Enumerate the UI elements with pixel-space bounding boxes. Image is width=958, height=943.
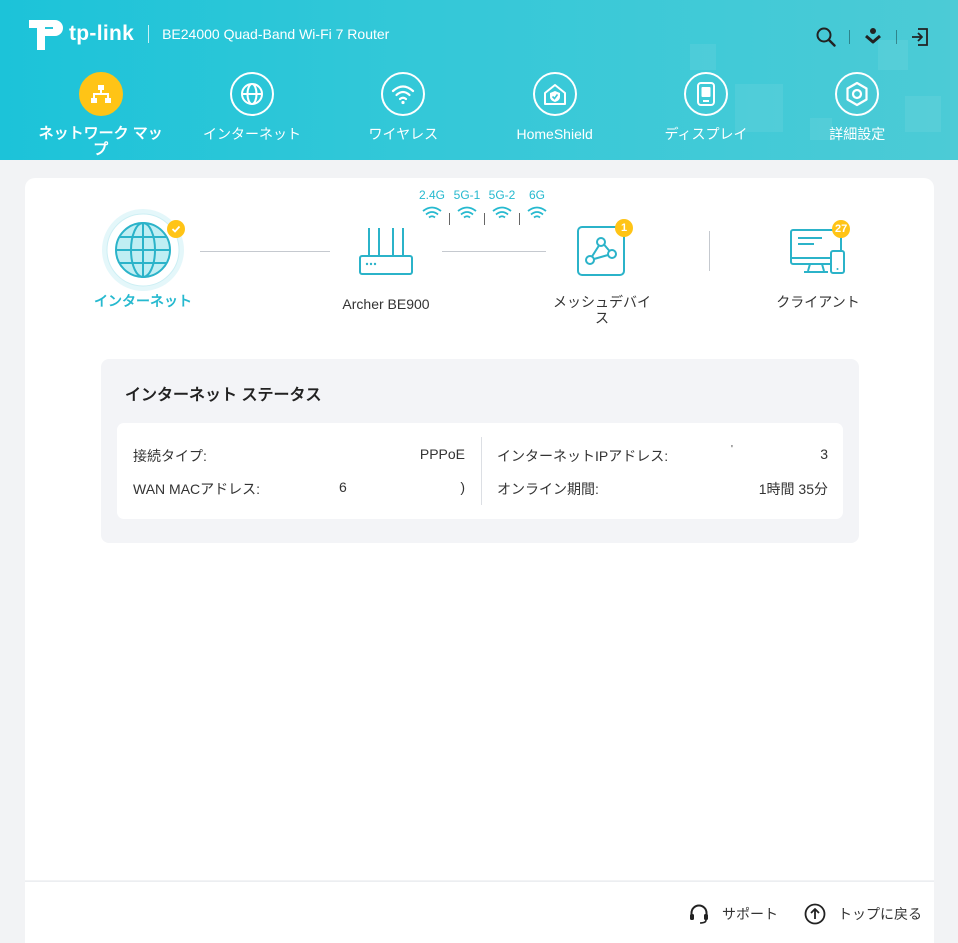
- nav-label: 詳細設定: [829, 126, 886, 142]
- check-badge-icon: [167, 220, 185, 238]
- status-details: 接続タイプ: PPPoE WAN MACアドレス: 6 ) インターネットIPア…: [117, 423, 843, 519]
- topology-router[interactable]: Archer BE900: [325, 226, 447, 312]
- download-icon[interactable]: [861, 25, 885, 49]
- network-map-icon: [78, 72, 123, 116]
- ip-address-label: インターネットIPアドレス:: [497, 448, 669, 464]
- band-item: 5G-2: [487, 188, 517, 220]
- headset-icon: [690, 904, 708, 924]
- header-divider: [896, 30, 897, 44]
- arrow-up-icon: [804, 903, 826, 925]
- band-item: 2.4G: [417, 188, 447, 220]
- connection-line: [200, 251, 330, 252]
- model-name: BE24000 Quad-Band Wi-Fi 7 Router: [162, 26, 390, 42]
- logo-divider: [148, 25, 150, 43]
- logout-icon[interactable]: [908, 25, 932, 49]
- nav-label: インターネット: [202, 126, 301, 142]
- internet-node-graphic: [101, 208, 185, 292]
- nav-label: ディスプレイ: [664, 126, 748, 142]
- band-divider: [449, 213, 450, 225]
- router-label: Archer BE900: [342, 296, 430, 312]
- wifi-icon: [422, 206, 442, 219]
- band-item: 5G-1: [452, 188, 482, 220]
- connection-divider: [709, 231, 710, 271]
- band-divider: [519, 213, 520, 225]
- ip-address-value-end: 3: [820, 446, 828, 462]
- band-label: 5G-2: [488, 188, 516, 202]
- wifi-icon: [381, 72, 426, 116]
- wifi-icon: [492, 206, 512, 219]
- globe-icon: [229, 72, 274, 116]
- nav-homeshield[interactable]: HomeShield: [479, 72, 630, 158]
- top-header: tp-link BE24000 Quad-Band Wi-Fi 7 Router…: [0, 0, 958, 160]
- ip-address-value-start: ': [731, 444, 733, 455]
- support-link[interactable]: サポート: [688, 903, 778, 925]
- status-title: インターネット ステータス: [125, 387, 322, 404]
- wifi-icon: [457, 206, 477, 219]
- nav-label: ワイヤレス: [368, 126, 439, 142]
- gear-icon: [835, 72, 880, 116]
- nav-internet[interactable]: インターネット: [176, 72, 327, 158]
- homeshield-icon: [532, 72, 577, 116]
- connection-line: [442, 251, 546, 252]
- wan-mac-value-start: 6: [339, 479, 347, 495]
- topology-clients[interactable]: 27 クライアント: [763, 220, 873, 310]
- display-icon: [683, 72, 728, 116]
- nav-label: ネットワーク マップ: [38, 125, 163, 158]
- mesh-node-graphic: 1: [575, 219, 633, 278]
- internet-status-card: インターネット ステータス 接続タイプ: PPPoE WAN MACアドレス: …: [101, 359, 859, 543]
- wifi-icon: [527, 206, 547, 219]
- nav-label: HomeShield: [516, 126, 593, 142]
- back-to-top-label: トップに戻る: [838, 906, 922, 922]
- tp-link-logo-icon: [25, 16, 65, 52]
- nav-wireless[interactable]: ワイヤレス: [328, 72, 479, 158]
- nav-advanced[interactable]: 詳細設定: [782, 72, 933, 158]
- internet-label: インターネット: [94, 293, 192, 309]
- decor-block: [690, 44, 716, 70]
- main-panel: インターネット Archer BE900 2.4G 5G-1 5G-2 6G 1…: [25, 178, 934, 880]
- mesh-label: メッシュデバイス: [553, 294, 651, 326]
- band-label: 6G: [528, 188, 545, 202]
- connection-type-label: 接続タイプ:: [133, 448, 207, 464]
- band-label: 2.4G: [418, 188, 445, 202]
- connection-type-value: PPPoE: [419, 446, 465, 462]
- page-footer: サポート トップに戻る: [25, 881, 934, 943]
- main-nav: ネットワーク マップ インターネット ワイヤレス HomeShield ディスプ…: [25, 72, 933, 158]
- clients-node-graphic: 27: [788, 220, 851, 278]
- band-divider: [484, 213, 485, 225]
- uptime-value: 1時間 35分: [758, 481, 828, 497]
- search-icon[interactable]: [814, 25, 838, 49]
- clients-label: クライアント: [776, 294, 860, 310]
- router-icon: [359, 228, 413, 275]
- band-indicators: 2.4G 5G-1 5G-2 6G: [417, 188, 552, 225]
- support-label: サポート: [722, 906, 778, 922]
- header-actions: [814, 25, 932, 49]
- wan-mac-label: WAN MACアドレス:: [133, 481, 261, 497]
- back-to-top-link[interactable]: トップに戻る: [804, 903, 922, 925]
- band-label: 5G-1: [453, 188, 481, 202]
- status-divider: [481, 437, 482, 505]
- nav-network-map[interactable]: ネットワーク マップ: [25, 72, 176, 158]
- logo[interactable]: tp-link BE24000 Quad-Band Wi-Fi 7 Router: [25, 16, 389, 52]
- band-item: 6G: [522, 188, 552, 220]
- header-divider: [849, 30, 850, 44]
- topology-internet[interactable]: インターネット: [91, 208, 195, 309]
- wan-mac-value-end: ): [460, 479, 465, 495]
- brand-text: tp-link: [69, 22, 135, 45]
- topology-mesh-devices[interactable]: 1 メッシュデバイス: [547, 219, 657, 326]
- mesh-count-badge: 1: [615, 219, 633, 237]
- nav-display[interactable]: ディスプレイ: [630, 72, 781, 158]
- uptime-label: オンライン期間:: [497, 481, 599, 497]
